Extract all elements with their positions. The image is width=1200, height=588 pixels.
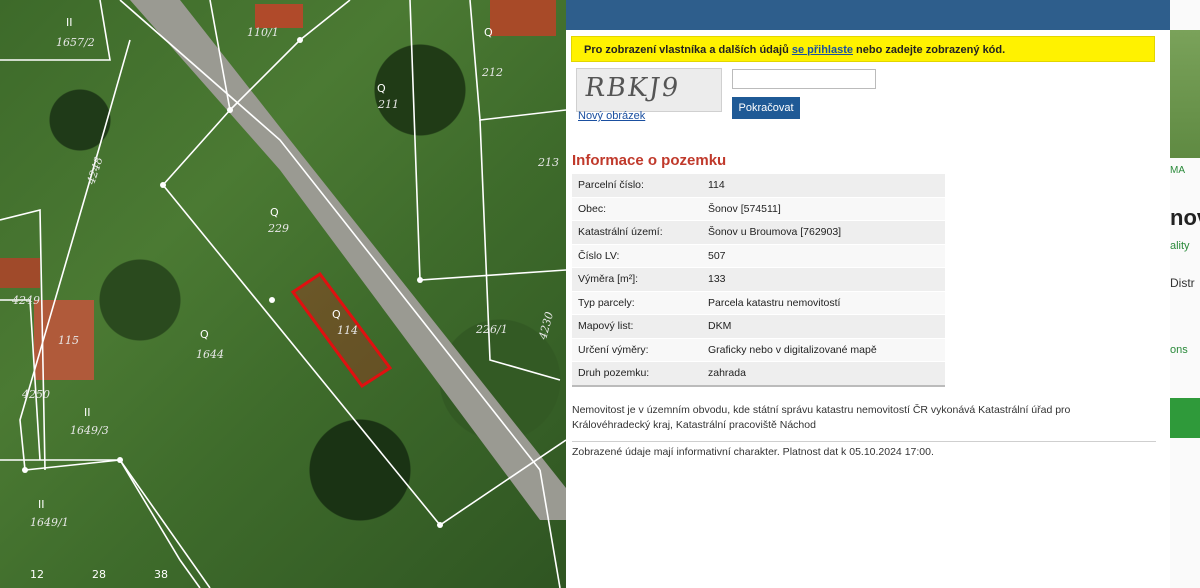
roof [255, 4, 303, 28]
background-photo [1170, 30, 1200, 158]
row-key: Mapový list: [572, 314, 702, 338]
parcel-label: 115 [58, 334, 79, 347]
row-key: Výměra [m²]: [572, 267, 702, 291]
row-value: Graficky nebo v digitalizované mapě [702, 337, 945, 362]
table-row: Výměra [m²]: 133 [572, 267, 945, 291]
svg-text:Q: Q [200, 328, 209, 341]
row-key: Katastrální území: [572, 220, 702, 244]
divider [572, 441, 1156, 442]
strip-link[interactable]: ons [1170, 344, 1188, 356]
svg-text:II: II [38, 498, 45, 511]
table-row: Typ parcely: Parcela katastru nemovitostí [572, 290, 945, 315]
parcel-label: 213 [537, 156, 559, 169]
validity-note: Zobrazené údaje mají informativní charak… [572, 446, 934, 458]
row-key: Typ parcely: [572, 290, 702, 315]
login-link[interactable]: se přihlaste [792, 44, 853, 56]
captcha-text: RBKJ9 [582, 73, 683, 103]
svg-text:Q: Q [332, 308, 341, 321]
jurisdiction-note: Nemovitost je v územním obvodu, kde stát… [572, 404, 1071, 431]
table-row: Parcelní číslo: 114 [572, 173, 945, 197]
row-value: Parcela katastru nemovitostí [702, 290, 945, 315]
strip-link[interactable]: ality [1170, 240, 1190, 252]
row-value: Šonov [574511] [702, 196, 945, 221]
table-row: Obec: Šonov [574511] [572, 196, 945, 221]
row-value: 114 [702, 173, 945, 197]
notice-text-after: nebo zadejte zobrazený kód. [852, 44, 1006, 56]
table-row: Mapový list: DKM [572, 314, 945, 338]
parcel-label: 226/1 [475, 323, 508, 336]
scale-label: 28 [92, 568, 106, 581]
bazos-watermark: @( Bazos.cz [1004, 538, 1152, 568]
panel-header-bar [566, 0, 1170, 30]
svg-text:Q: Q [484, 26, 493, 39]
scale-label: 12 [30, 568, 44, 581]
strip-text: MA [1170, 165, 1185, 176]
parcel-label: 4230 [536, 310, 556, 341]
parcel-label-114: 114 [337, 324, 358, 337]
row-value: 133 [702, 267, 945, 291]
parcel-label: 1644 [196, 348, 224, 361]
table-row: Číslo LV: 507 [572, 243, 945, 268]
parcel-label: 212 [481, 66, 503, 79]
strip-heading: nov [1170, 205, 1200, 230]
strip-text: Distr [1170, 276, 1195, 290]
row-key: Obec: [572, 196, 702, 221]
strip-green-button[interactable] [1170, 398, 1200, 438]
parcel-label: 229 [267, 222, 289, 235]
table-row: Katastrální území: Šonov u Broumova [7629… [572, 220, 945, 244]
new-captcha-link[interactable]: Nový obrázek [578, 110, 645, 122]
svg-text:Q: Q [270, 206, 279, 219]
row-key: Druh pozemku: [572, 361, 702, 387]
table-row: Druh pozemku: zahrada [572, 361, 945, 387]
row-key: Určení výměry: [572, 337, 702, 362]
svg-text:Q: Q [377, 82, 386, 95]
parcel-label: 1649/1 [30, 516, 69, 529]
roof [0, 258, 40, 288]
row-value: DKM [702, 314, 945, 338]
row-value: zahrada [702, 361, 945, 387]
roof [490, 0, 556, 36]
background-page-strip: MA nov ality Distr ons [1170, 0, 1200, 588]
login-notice: Pro zobrazení vlastníka a dalších údajů … [571, 36, 1155, 62]
continue-button[interactable]: Pokračovat [732, 97, 800, 119]
svg-text:II: II [84, 406, 91, 419]
parcel-label: 4249 [11, 294, 40, 307]
parcel-label: 110/1 [247, 26, 279, 39]
notice-text-before: Pro zobrazení vlastníka a dalších údajů [584, 44, 792, 56]
table-row: Určení výměry: Graficky nebo v digitalizo… [572, 337, 945, 362]
parcel-label: 1649/3 [70, 424, 109, 437]
map-overlay: II 1657/2 110/1 Q 211 Q 212 213 Q 229 Q … [0, 0, 566, 588]
row-value: Šonov u Broumova [762903] [702, 220, 945, 244]
row-key: Parcelní číslo: [572, 173, 702, 197]
captcha-code-input[interactable] [732, 69, 876, 89]
svg-text:II: II [66, 16, 73, 29]
captcha-image: RBKJ9 [576, 68, 722, 112]
parcel-boundaries [0, 0, 566, 588]
parcel-label: 211 [377, 98, 399, 111]
info-panel: Pro zobrazení vlastníka a dalších údajů … [566, 0, 1170, 588]
row-value: 507 [702, 243, 945, 268]
scale-label: 38 [154, 568, 168, 581]
parcel-info-table: Parcelní číslo: 114 Obec: Šonov [574511] K… [572, 173, 945, 387]
parcel-label: 4250 [21, 388, 50, 401]
info-title: Informace o pozemku [572, 152, 727, 169]
parcel-label: 4248 [84, 155, 105, 187]
parcel-label: 1657/2 [56, 36, 95, 49]
row-key: Číslo LV: [572, 243, 702, 268]
cadastral-map[interactable]: II 1657/2 110/1 Q 211 Q 212 213 Q 229 Q … [0, 0, 566, 588]
